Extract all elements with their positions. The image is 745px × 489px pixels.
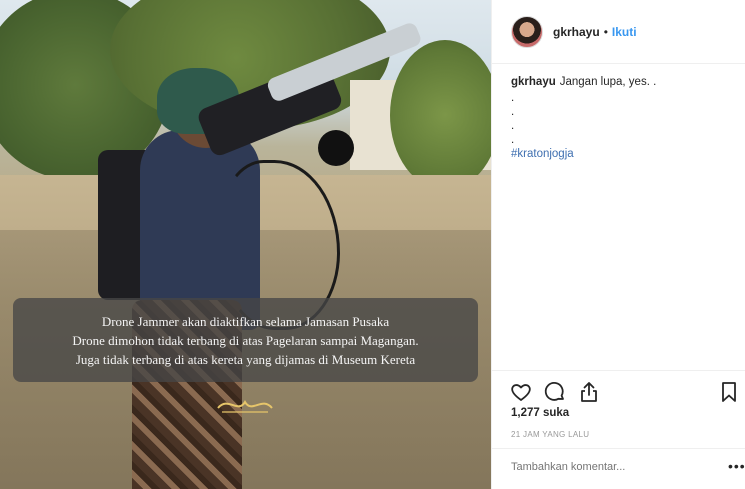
comment-dot: .	[511, 106, 515, 118]
post-timestamp[interactable]: 21 JAM YANG LALU	[511, 430, 589, 439]
post-header: gkrhayu • Ikuti	[492, 0, 745, 64]
heart-icon[interactable]	[509, 380, 533, 404]
likes-count[interactable]: 1,277 suka	[511, 407, 569, 419]
header-username[interactable]: gkrhayu	[553, 25, 600, 39]
more-options-icon[interactable]: •••	[728, 459, 745, 473]
hashtag-link[interactable]: #kratonjogja	[511, 146, 731, 162]
comment-dot: .	[511, 134, 515, 146]
post-photo[interactable]: Drone Jammer akan diaktifkan selama Jama…	[0, 0, 491, 489]
drone-jammer-antenna	[318, 130, 354, 166]
caption-line: Juga tidak terbang di atas kereta yang d…	[75, 351, 416, 367]
comment-text: Jangan lupa, yes. .	[559, 76, 657, 88]
caption-line: Drone dimohon tidak terbang di atas Page…	[72, 332, 419, 348]
photo-caption-overlay: Drone Jammer akan diaktifkan selama Jama…	[13, 298, 478, 382]
avatar[interactable]	[511, 15, 543, 48]
post-side-panel: gkrhayu • Ikuti gkrhayu Jangan lupa, yes.…	[491, 0, 745, 489]
comment-dot: .	[511, 92, 515, 104]
separator-dot: •	[603, 24, 608, 39]
comment-dot: .	[511, 120, 515, 132]
add-comment-input[interactable]	[511, 461, 701, 473]
tree	[390, 40, 491, 190]
divider	[492, 448, 745, 449]
action-bar	[509, 380, 739, 404]
follow-button[interactable]: Ikuti	[612, 25, 637, 39]
share-icon[interactable]	[577, 380, 601, 404]
caption-line: Drone Jammer akan diaktifkan selama Jama…	[101, 313, 390, 329]
bookmark-icon[interactable]	[717, 380, 741, 404]
comment-username[interactable]: gkrhayu	[511, 76, 556, 88]
comment-icon[interactable]	[543, 380, 567, 404]
caption-comment: gkrhayu Jangan lupa, yes. . . . . . #krat…	[511, 74, 731, 162]
divider	[492, 370, 745, 371]
watermark-logo	[210, 392, 280, 418]
